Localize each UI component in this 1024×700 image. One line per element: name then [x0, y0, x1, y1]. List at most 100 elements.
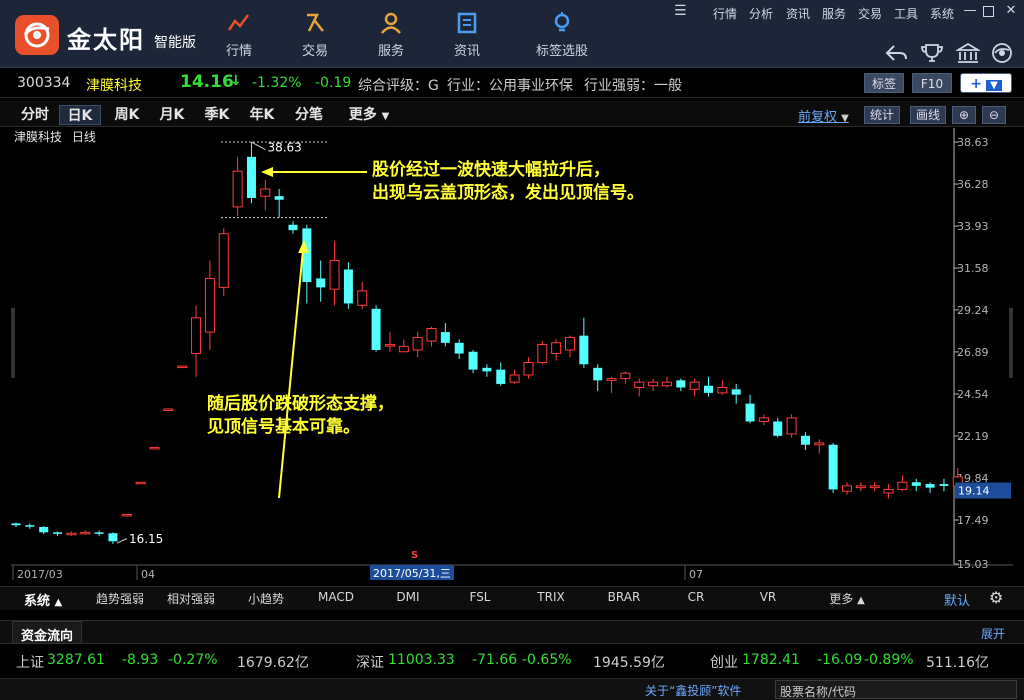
ind-trix[interactable]: TRIX [523, 590, 579, 604]
gear-icon[interactable]: ⚙ [989, 588, 1003, 607]
tab-fenbi[interactable]: 分笔 [288, 105, 330, 125]
y-tick-label: 22.19 [957, 430, 989, 443]
stock-price: 14.16 [180, 72, 234, 92]
candle-body-up [717, 387, 728, 394]
minimize-icon[interactable]: — [962, 3, 978, 19]
ind-vr[interactable]: VR [740, 590, 796, 604]
system-indicator-menu[interactable]: 系统 ▲ [24, 590, 62, 609]
user-service-icon [381, 12, 401, 34]
tab-jik[interactable]: 季K [196, 105, 238, 125]
about-link[interactable]: 关于“鑫投顾”软件 [645, 682, 741, 699]
ind-more[interactable]: 更多 ▲ [812, 590, 882, 607]
status-bar: 关于“鑫投顾”软件 股票名称/代码 [0, 678, 1024, 700]
tab-yuek[interactable]: 月K [151, 105, 193, 125]
candle-body-up [869, 485, 880, 489]
draw-line-button[interactable]: 画线 [910, 106, 946, 124]
nav-zixun[interactable]: 资讯 [432, 12, 502, 62]
candle-body-up [634, 381, 645, 389]
back-arrow-icon[interactable] [884, 42, 908, 64]
candle-body-up [758, 417, 769, 422]
ind-macd[interactable]: MACD [308, 590, 364, 604]
candle-body-up [384, 344, 395, 347]
chevron-up-icon: ▲ [54, 597, 63, 608]
ind-qushi[interactable]: 趋势强弱 [92, 590, 148, 607]
ind-dmi[interactable]: DMI [380, 590, 436, 604]
s-marker-icon: S [411, 550, 418, 561]
tab-more[interactable]: 更多 ▼ [340, 105, 398, 125]
y-tick-label: 29.24 [957, 304, 989, 317]
close-icon[interactable]: ✕ [1003, 3, 1019, 19]
nav-biaoqian[interactable]: 标签选股 [522, 12, 602, 62]
ind-cr[interactable]: CR [668, 590, 724, 604]
nav-label: 交易 [301, 44, 328, 59]
stock-change-pct: -1.32% [252, 75, 302, 91]
menu-gongju[interactable]: 工具 [894, 5, 918, 22]
tab-zhouk[interactable]: 周K [106, 105, 148, 125]
f10-button[interactable]: F10 [912, 73, 952, 93]
ind-fsl[interactable]: FSL [452, 590, 508, 604]
candle-body-down [302, 228, 312, 283]
candle-body-up [412, 336, 423, 351]
chart-header: 津膜科技 日线 [14, 128, 96, 145]
nav-fuwu[interactable]: 服务 [356, 12, 426, 62]
candle-body-up [883, 488, 894, 494]
chevron-up-icon: ▲ [857, 595, 865, 606]
candle-body-down [343, 269, 353, 304]
trophy-icon[interactable] [920, 42, 944, 64]
tab-niank[interactable]: 年K [241, 105, 283, 125]
index-value-sz: 11003.33 [388, 652, 455, 668]
candle-body-up [551, 342, 562, 355]
index-pct-sz: -0.65% [522, 652, 572, 668]
adjust-label: 前复权 [798, 110, 838, 125]
candle-body-down [371, 308, 381, 350]
adjust-dropdown[interactable]: 前复权 ▼ [798, 106, 849, 125]
menu-zixun[interactable]: 资讯 [786, 5, 810, 22]
swirl-logo-icon[interactable] [990, 42, 1014, 64]
candle-body-down [11, 523, 21, 526]
add-watchlist-button[interactable]: + ▼ [960, 73, 1012, 93]
annotation-bottom-line2: 见顶信号基本可靠。 [207, 417, 360, 437]
candle-body-up [509, 374, 520, 383]
candle-body-down [731, 389, 741, 395]
app-window: 金太阳 智能版 行情 交易 服务 资讯 标签选股 ☰ 行情 分析 资讯 服务 交… [0, 0, 1024, 700]
stat-button[interactable]: 统计 [864, 106, 900, 124]
candle-body-up [426, 328, 437, 342]
nav-jiaoyi[interactable]: 交易 [280, 12, 350, 62]
menu-fenxi[interactable]: 分析 [749, 5, 773, 22]
y-tick-label: 15.03 [957, 558, 989, 571]
ind-xiaoqushi[interactable]: 小趋势 [238, 590, 294, 607]
y-tick-label: 24.54 [957, 388, 989, 401]
menu-fuwu[interactable]: 服务 [822, 5, 846, 22]
money-flow-title[interactable]: 资金流向 [12, 621, 83, 644]
candle-body-down [704, 385, 713, 393]
zoom-out-icon[interactable]: ⊖ [982, 106, 1006, 124]
maximize-icon[interactable] [983, 6, 994, 17]
tab-fenshi[interactable]: 分时 [16, 105, 54, 125]
candle-body-down [246, 156, 256, 198]
candle-body-up [163, 408, 174, 411]
menu-jiaoyi[interactable]: 交易 [858, 5, 882, 22]
stock-search-input[interactable]: 股票名称/代码 [775, 680, 1017, 699]
tab-rik[interactable]: 日K [59, 105, 101, 125]
tag-button[interactable]: 标签 [864, 73, 904, 93]
default-button[interactable]: 默认 [944, 590, 970, 609]
ind-xiangdui[interactable]: 相对强弱 [163, 590, 219, 607]
index-value-cy: 1782.41 [742, 652, 800, 668]
institution-icon[interactable] [956, 42, 980, 64]
expand-link[interactable]: 展开 [981, 625, 1005, 642]
time-label: 07 [689, 568, 703, 581]
nav-hangqing[interactable]: 行情 [204, 12, 274, 62]
candle-body-down [94, 532, 104, 534]
candle-body-down [925, 484, 935, 488]
candle-body-up [149, 446, 160, 450]
candle-body-down [579, 335, 589, 365]
annotation-bottom: 随后股价跌破形态支撑， 见顶信号基本可靠。 [207, 393, 394, 439]
zoom-in-icon[interactable]: ⊕ [952, 106, 976, 124]
index-pct-sh: -0.27% [168, 652, 218, 668]
highlight-date-label: 2017/05/31,三 [373, 567, 451, 580]
nav-label: 服务 [377, 44, 404, 59]
menu-hangqing[interactable]: 行情 [713, 5, 737, 22]
menu-xitong[interactable]: 系统 [930, 5, 954, 22]
hamburger-icon[interactable]: ☰ [674, 3, 687, 19]
ind-brar[interactable]: BRAR [596, 590, 652, 604]
